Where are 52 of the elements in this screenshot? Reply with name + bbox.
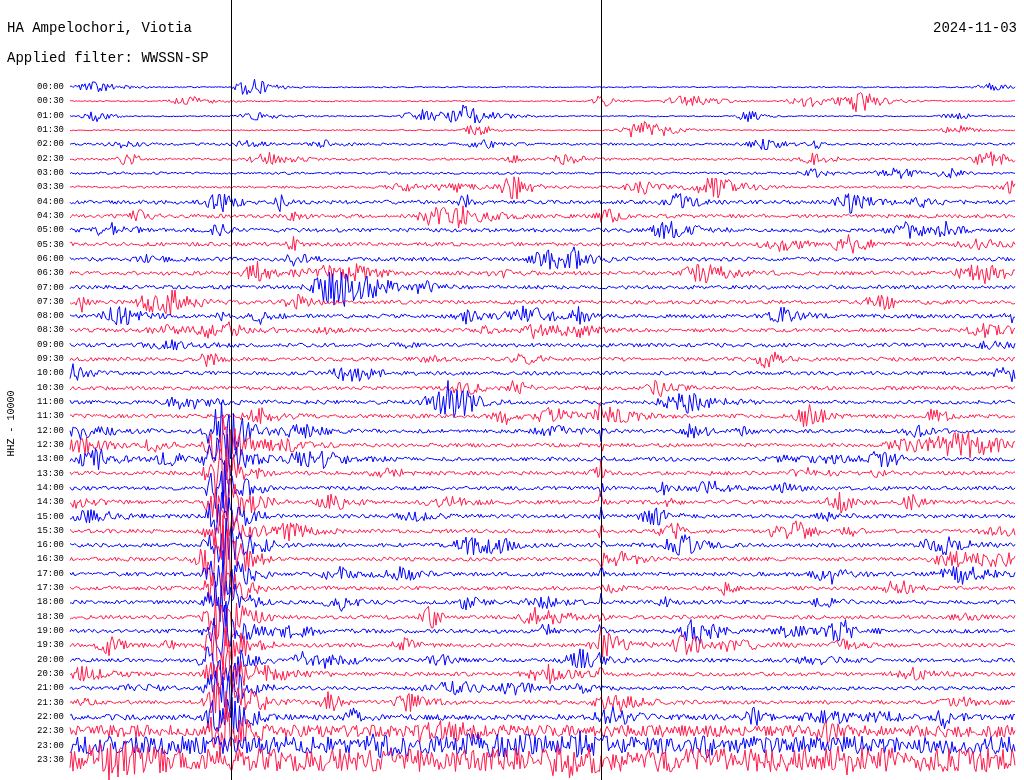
time-label: 05:00 [36,225,65,236]
time-label: 05:30 [36,239,65,250]
time-label: 04:30 [36,210,65,221]
time-label: 00:00 [36,82,65,93]
time-label: 13:00 [36,454,65,465]
time-label: 22:00 [36,711,65,722]
time-label: 08:00 [36,311,65,322]
time-label: 10:00 [36,368,65,379]
time-label: 14:00 [36,482,65,493]
time-label: 02:30 [36,153,65,164]
time-label: 16:00 [36,540,65,551]
axis-label: HHZ - 10000 [4,390,18,457]
time-label: 06:00 [36,253,65,264]
time-label: 20:00 [36,654,65,665]
time-label: 20:30 [36,668,65,679]
time-label: 09:30 [36,354,65,365]
time-label: 19:30 [36,640,65,651]
time-label: 09:00 [36,339,65,350]
time-label: 00:30 [36,96,65,107]
time-label: 19:00 [36,626,65,637]
time-label: 16:30 [36,554,65,565]
time-label: 03:30 [36,182,65,193]
time-label: 02:00 [36,139,65,150]
time-label: 14:30 [36,497,65,508]
time-label: 15:00 [36,511,65,522]
station-title: HA Ampelochori, Viotia [7,19,192,38]
date-label: 2024-11-03 [933,19,1017,38]
time-label: 04:00 [36,196,65,207]
time-label: 11:30 [36,411,65,422]
time-label: 03:00 [36,168,65,179]
time-label: 10:30 [36,382,65,393]
time-label: 07:00 [36,282,65,293]
time-label: 07:30 [36,296,65,307]
time-label: 01:00 [36,110,65,121]
time-label: 12:00 [36,425,65,436]
time-label: 13:30 [36,468,65,479]
time-label: 23:30 [36,754,65,765]
filter-label: Applied filter: WWSSN-SP [7,50,209,66]
time-label: 06:30 [36,268,65,279]
time-label: 23:00 [36,740,65,751]
time-label: 21:00 [36,683,65,694]
time-label: 21:30 [36,697,65,708]
time-label: 15:30 [36,525,65,536]
time-label: 18:30 [36,611,65,622]
time-label: 11:00 [36,397,65,408]
time-label: 08:30 [36,325,65,336]
time-label: 01:30 [36,125,65,136]
time-label: 12:30 [36,439,65,450]
time-label: 18:00 [36,597,65,608]
time-label: 22:30 [36,726,65,737]
time-label: 17:00 [36,568,65,579]
time-label: 17:30 [36,583,65,594]
